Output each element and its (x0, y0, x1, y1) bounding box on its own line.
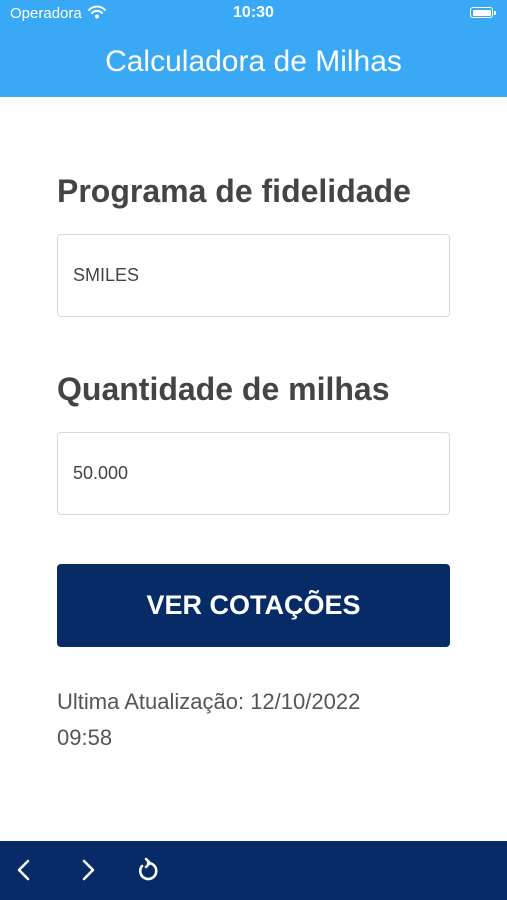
last-update-line1: Ultima Atualização: 12/10/2022 (57, 689, 361, 714)
status-time: 10:30 (233, 4, 274, 21)
chevron-left-icon[interactable] (8, 854, 40, 886)
battery-icon (470, 7, 496, 18)
program-label: Programa de fidelidade (57, 173, 411, 209)
browser-toolbar (0, 841, 507, 900)
program-value: SMILES (73, 265, 140, 285)
last-update-line2: 09:58 (57, 725, 113, 750)
miles-field[interactable]: 50.000 (57, 432, 450, 515)
chevron-right-icon[interactable] (72, 854, 104, 886)
miles-label: Quantidade de milhas (57, 371, 390, 407)
last-update-text: Ultima Atualização: 12/10/2022 09:58 (57, 684, 457, 756)
view-quotes-label: VER COTAÇÕES (146, 590, 361, 620)
miles-value: 50.000 (73, 463, 129, 483)
refresh-icon[interactable] (132, 854, 164, 886)
page-title: Calculadora de Milhas (105, 45, 402, 78)
program-field[interactable]: SMILES (57, 234, 450, 317)
view-quotes-button[interactable]: VER COTAÇÕES (57, 564, 450, 647)
app-header: Calculadora de Milhas (0, 27, 507, 97)
status-bar: Operadora 10:30 (0, 0, 507, 27)
